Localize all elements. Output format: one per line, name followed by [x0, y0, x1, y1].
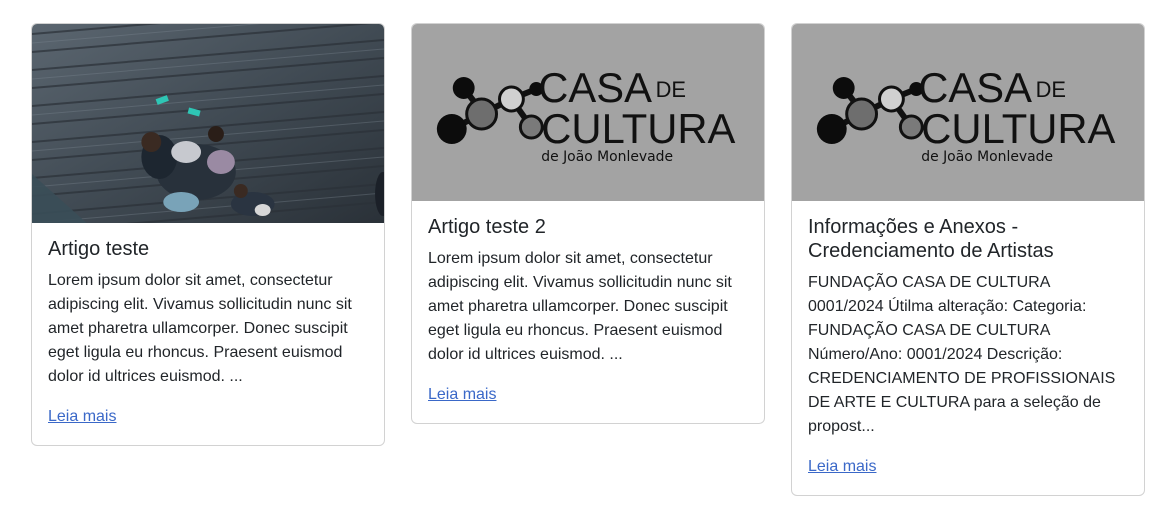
- logo-cultura: CULTURA: [541, 105, 735, 152]
- article-card: CASA DE CULTURA de João Monlevade Artigo…: [411, 23, 765, 424]
- card-text: FUNDAÇÃO CASA DE CULTURA 0001/2024 Útilm…: [808, 274, 1116, 435]
- logo-cultura: CULTURA: [921, 105, 1115, 152]
- logo-de: DE: [656, 77, 686, 102]
- logo-subtitle: de João Monlevade: [541, 149, 673, 165]
- card-title[interactable]: Artigo teste: [48, 237, 368, 261]
- card-body: Artigo teste Lorem ipsum dolor sit amet,…: [32, 223, 384, 445]
- read-more-link[interactable]: Leia mais: [48, 405, 116, 429]
- card-title[interactable]: Artigo teste 2: [428, 215, 748, 239]
- article-card: Artigo teste Lorem ipsum dolor sit amet,…: [31, 23, 385, 446]
- card-body: Artigo teste 2 Lorem ipsum dolor sit ame…: [412, 201, 764, 423]
- card-title[interactable]: Informações e Anexos - Credenciamento de…: [808, 215, 1128, 263]
- card-text: Lorem ipsum dolor sit amet, consectetur …: [428, 250, 732, 363]
- article-card: CASA DE CULTURA de João Monlevade Inform…: [791, 23, 1145, 496]
- read-more-link[interactable]: Leia mais: [428, 383, 496, 407]
- casa-de-cultura-logo[interactable]: CASA DE CULTURA de João Monlevade: [412, 24, 764, 201]
- card-body: Informações e Anexos - Credenciamento de…: [792, 201, 1144, 495]
- logo-subtitle: de João Monlevade: [921, 149, 1053, 165]
- logo-de: DE: [1036, 77, 1066, 102]
- article-photo[interactable]: [32, 24, 384, 223]
- card-text: Lorem ipsum dolor sit amet, consectetur …: [48, 272, 352, 385]
- read-more-link[interactable]: Leia mais: [808, 455, 876, 479]
- casa-de-cultura-logo[interactable]: CASA DE CULTURA de João Monlevade: [792, 24, 1144, 201]
